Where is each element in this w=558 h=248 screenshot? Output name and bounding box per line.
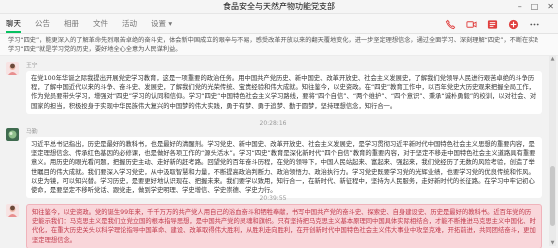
message-timestamp: 20:39:55 bbox=[259, 195, 287, 202]
chat-message: 马勤 习近平总书记指出，历史是最好的教科书，也是最好的清醒剂。学习党史、新中国史… bbox=[6, 128, 542, 199]
add-app-icon[interactable] bbox=[507, 18, 519, 30]
chat-message: 知往鉴今，以史资政。党的诞生99年来，千千万万的共产党人用自己的浴血奋斗和牺牲奉… bbox=[6, 204, 542, 248]
scroll-thumb[interactable] bbox=[550, 166, 555, 226]
chat-message: 王宁 在党100年华诞之际我提出开展党史学习教育，这是一项重要的政治任务。用中国… bbox=[6, 62, 542, 114]
window-titlebar: 食品安全与天然产物功能党支部 – □ ✕ bbox=[0, 0, 558, 14]
chat-scrollbar[interactable]: ▲ ▼ bbox=[549, 56, 556, 246]
window-controls: – □ ✕ bbox=[518, 2, 554, 11]
message-body: 王宁 在党100年华诞之际我提出开展党史学习教育，这是一项重要的政治任务。用中国… bbox=[26, 62, 542, 114]
scroll-down-arrow[interactable]: ▼ bbox=[549, 240, 556, 246]
chat-toolbar bbox=[444, 18, 540, 30]
highlighted-message-bubble[interactable]: 知往鉴今，以史资政。党的诞生99年来，千千万万的共产党人用自己的浴血奋斗和牺牲奉… bbox=[26, 204, 542, 248]
message-bubble[interactable]: 习近平总书记指出，历史是最好的教科书，也是最好的清醒剂。学习党史、新中国史、改革… bbox=[26, 137, 542, 199]
phone-icon[interactable] bbox=[444, 18, 456, 30]
video-call-icon[interactable] bbox=[465, 18, 477, 30]
chat-message-list[interactable]: 王宁 在党100年华诞之际我提出开展党史学习教育，这是一项重要的政治任务。用中国… bbox=[0, 56, 546, 248]
sender-name: 王宁 bbox=[26, 63, 38, 69]
group-notice[interactable]: 学习“四史”，能更深入的了解革命先烈艰苦卓绝的奋斗史，体会新中国成立的艰辛与不易… bbox=[0, 34, 558, 56]
maximize-button[interactable]: □ bbox=[531, 2, 539, 11]
avatar[interactable] bbox=[6, 128, 19, 141]
message-timestamp: 20:28:16 bbox=[259, 120, 287, 127]
screen-share-icon[interactable] bbox=[486, 18, 498, 30]
tab-album[interactable]: 相册 bbox=[64, 14, 79, 34]
avatar[interactable] bbox=[6, 204, 19, 217]
message-body: 知往鉴今，以史资政。党的诞生99年来，千千万万的共产党人用自己的浴血奋斗和牺牲奉… bbox=[26, 204, 542, 248]
sender-name: 马勤 bbox=[26, 129, 38, 135]
message-bubble[interactable]: 在党100年华诞之际我提出开展党史学习教育，这是一项重要的政治任务。用中国共产党… bbox=[26, 71, 542, 114]
notice-line: 学习“四史”就是学习党的历史，要好地全心全意为人民谋利益。 bbox=[8, 46, 182, 53]
tab-chat[interactable]: 聊天 bbox=[6, 14, 21, 34]
minimize-button[interactable]: – bbox=[518, 2, 522, 11]
notice-line: 学习“四史”，能更深入的了解革命先烈艰苦卓绝的奋斗史，体会新中国成立的艰辛与不易… bbox=[8, 37, 538, 44]
avatar[interactable] bbox=[6, 62, 19, 75]
window-title: 食品安全与天然产物功能党支部 bbox=[223, 2, 335, 11]
group-tabbar: 聊天 公告 相册 文件 活动 设置 ▾ bbox=[0, 14, 558, 34]
close-button[interactable]: ✕ bbox=[547, 2, 554, 11]
scroll-up-arrow[interactable]: ▲ bbox=[549, 56, 556, 62]
tab-settings[interactable]: 设置 ▾ bbox=[151, 14, 172, 34]
more-icon[interactable] bbox=[528, 18, 540, 30]
tab-files[interactable]: 文件 bbox=[93, 14, 108, 34]
message-body: 马勤 习近平总书记指出，历史是最好的教科书，也是最好的清醒剂。学习党史、新中国史… bbox=[26, 128, 542, 199]
tab-activity[interactable]: 活动 bbox=[122, 14, 137, 34]
tab-announcement[interactable]: 公告 bbox=[35, 14, 50, 34]
